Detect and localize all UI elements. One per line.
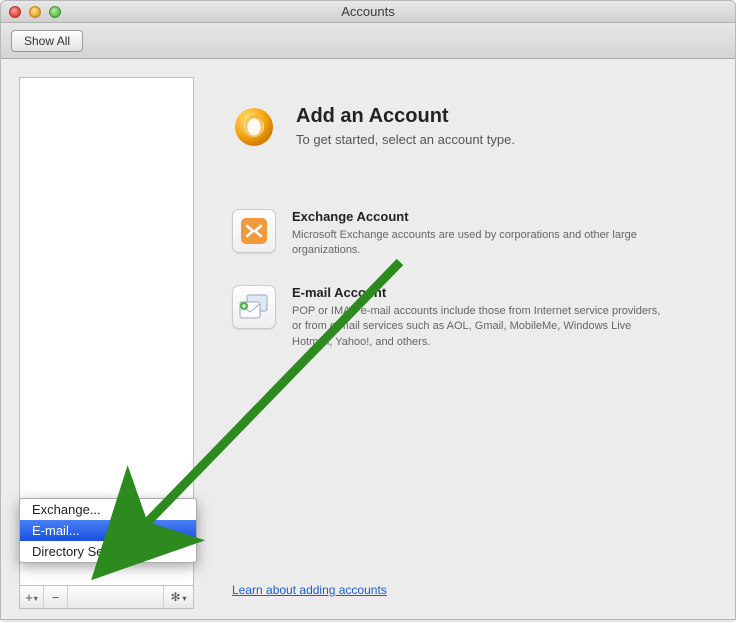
exchange-title: Exchange Account — [292, 209, 672, 224]
accounts-window: Accounts Show All Exchange... E-mail... … — [0, 0, 736, 620]
gear-icon: ✻ — [170, 590, 180, 604]
menu-item-directory-service[interactable]: Directory Service... — [20, 541, 196, 562]
content-area: Exchange... E-mail... Directory Service.… — [1, 59, 735, 619]
menu-item-email[interactable]: E-mail... — [20, 520, 196, 541]
toolbar: Show All — [1, 23, 735, 59]
exchange-account-option[interactable]: Exchange Account Microsoft Exchange acco… — [232, 209, 687, 259]
add-account-menu: Exchange... E-mail... Directory Service.… — [19, 498, 197, 563]
main-panel: Add an Account To get started, select an… — [194, 77, 717, 609]
sidebar-footer: + ▾ − ✻ ▾ — [20, 585, 193, 608]
email-account-option[interactable]: E-mail Account POP or IMAP e-mail accoun… — [232, 285, 687, 350]
show-all-button[interactable]: Show All — [11, 30, 83, 52]
chevron-down-icon: ▾ — [183, 594, 187, 603]
email-desc: POP or IMAP e-mail accounts include thos… — [292, 304, 672, 350]
exchange-text: Exchange Account Microsoft Exchange acco… — [292, 209, 672, 259]
email-text: E-mail Account POP or IMAP e-mail accoun… — [292, 285, 672, 350]
titlebar: Accounts — [1, 1, 735, 23]
sidebar-body: Exchange... E-mail... Directory Service.… — [20, 78, 193, 585]
menu-item-exchange[interactable]: Exchange... — [20, 499, 196, 520]
email-title: E-mail Account — [292, 285, 672, 300]
exchange-icon — [232, 209, 276, 253]
hero-section: Add an Account To get started, select an… — [232, 105, 687, 149]
learn-link[interactable]: Learn about adding accounts — [232, 583, 387, 597]
actions-menu-button[interactable]: ✻ ▾ — [163, 586, 193, 608]
remove-account-button[interactable]: − — [44, 586, 68, 608]
accounts-sidebar: Exchange... E-mail... Directory Service.… — [19, 77, 194, 609]
page-subtitle: To get started, select an account type. — [296, 132, 515, 147]
window-title: Accounts — [1, 4, 735, 19]
exchange-desc: Microsoft Exchange accounts are used by … — [292, 228, 672, 259]
email-icon — [232, 285, 276, 329]
minus-icon: − — [52, 590, 60, 605]
page-title: Add an Account — [296, 105, 515, 128]
plus-icon: + — [25, 590, 33, 605]
add-account-button[interactable]: + ▾ — [20, 586, 44, 608]
chevron-down-icon: ▾ — [34, 594, 38, 603]
outlook-icon — [232, 105, 276, 149]
hero-text: Add an Account To get started, select an… — [296, 105, 515, 147]
